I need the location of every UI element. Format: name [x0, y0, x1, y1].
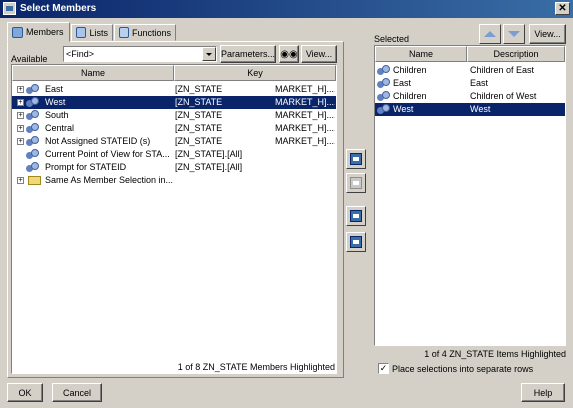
- available-label: Available: [11, 54, 48, 64]
- member-icon: [26, 136, 40, 147]
- separate-rows-checkbox[interactable]: ✓: [378, 363, 389, 374]
- move-all-left-button[interactable]: [346, 232, 366, 252]
- move-down-button[interactable]: [503, 24, 525, 44]
- member-icon: [26, 123, 40, 134]
- expand-icon[interactable]: +: [17, 99, 24, 106]
- find-combobox[interactable]: <Find>: [63, 46, 217, 62]
- title-bar: Select Members ✕: [0, 0, 573, 18]
- app-icon: [3, 2, 16, 15]
- arrow-right-all-icon: [350, 177, 362, 189]
- binoculars-button[interactable]: ◉◉: [279, 45, 299, 63]
- member-icon: [26, 162, 40, 173]
- member-icon: [377, 78, 391, 89]
- lists-icon: [76, 27, 87, 38]
- ok-button[interactable]: OK: [7, 383, 43, 402]
- expand-icon[interactable]: +: [17, 112, 24, 119]
- move-all-right-button[interactable]: [346, 173, 366, 193]
- separate-rows-label: Place selections into separate rows: [392, 364, 534, 374]
- chevron-down-icon[interactable]: [202, 47, 216, 61]
- member-row[interactable]: Prompt for STATEID [ZN_STATE].[All]: [12, 161, 336, 174]
- member-icon: [26, 97, 40, 108]
- members-icon: [12, 26, 23, 38]
- column-header-key[interactable]: Key: [174, 65, 336, 81]
- tab-members[interactable]: Members: [7, 22, 70, 42]
- member-icon: [26, 149, 40, 160]
- column-header-description[interactable]: Description: [467, 46, 565, 62]
- tab-lists[interactable]: Lists: [71, 24, 113, 41]
- available-status: 1 of 8 ZN_STATE Members Highlighted: [177, 362, 335, 372]
- expand-icon[interactable]: +: [17, 138, 24, 145]
- member-icon: [377, 104, 391, 115]
- selected-row[interactable]: East East: [375, 77, 565, 90]
- close-button[interactable]: ✕: [555, 2, 570, 15]
- selected-grid[interactable]: Name Description Children Children of Ea…: [374, 45, 566, 346]
- children-icon: [377, 65, 391, 76]
- help-button[interactable]: Help: [521, 383, 565, 402]
- selected-status: 1 of 4 ZN_STATE Items Highlighted: [424, 349, 566, 359]
- selected-view-button[interactable]: View...: [529, 24, 566, 44]
- parameters-button[interactable]: Parameters...: [220, 45, 276, 63]
- expand-icon[interactable]: +: [17, 177, 24, 184]
- selected-row[interactable]: Children Children of West: [375, 90, 565, 103]
- member-icon: [26, 84, 40, 95]
- member-row[interactable]: + Central [ZN_STATE MARKET_H]....: [12, 122, 336, 135]
- selected-row[interactable]: Children Children of East: [375, 64, 565, 77]
- member-row[interactable]: + South [ZN_STATE MARKET_H]....: [12, 109, 336, 122]
- window-title: Select Members: [20, 3, 97, 14]
- selected-row[interactable]: West West: [375, 103, 565, 116]
- children-icon: [377, 91, 391, 102]
- move-up-button[interactable]: [479, 24, 501, 44]
- arrow-right-icon: [350, 153, 362, 165]
- functions-icon: [119, 27, 129, 38]
- selected-label: Selected: [374, 34, 410, 44]
- cancel-button[interactable]: Cancel: [52, 383, 102, 402]
- available-grid[interactable]: Name Key + East [ZN_STATE MARKET_H].... …: [11, 64, 337, 374]
- view-button[interactable]: View...: [301, 45, 337, 63]
- expand-icon[interactable]: +: [17, 125, 24, 132]
- member-row[interactable]: + East [ZN_STATE MARKET_H]....: [12, 83, 336, 96]
- binoculars-icon: ◉◉: [280, 48, 298, 60]
- tab-functions[interactable]: Functions: [114, 24, 176, 41]
- column-header-name[interactable]: Name: [375, 46, 467, 62]
- column-header-name[interactable]: Name: [12, 65, 174, 81]
- expand-icon[interactable]: +: [17, 86, 24, 93]
- member-icon: [26, 110, 40, 121]
- member-row[interactable]: Current Point of View for STA... [ZN_STA…: [12, 148, 336, 161]
- folder-icon: [28, 176, 41, 185]
- move-left-button[interactable]: [346, 206, 366, 226]
- arrow-left-all-icon: [350, 236, 362, 248]
- arrow-left-icon: [350, 210, 362, 222]
- move-right-button[interactable]: [346, 149, 366, 169]
- member-row[interactable]: + West [ZN_STATE MARKET_H]....: [12, 96, 336, 109]
- member-row[interactable]: + Same As Member Selection in...: [12, 174, 336, 187]
- member-row[interactable]: + Not Assigned STATEID (s) [ZN_STATE MAR…: [12, 135, 336, 148]
